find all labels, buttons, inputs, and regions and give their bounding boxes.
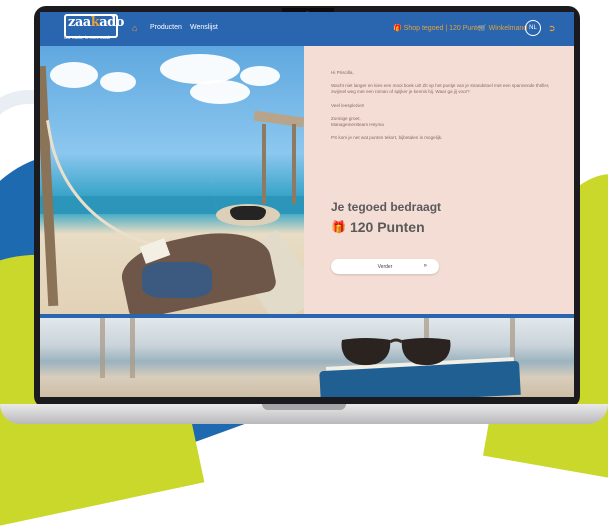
nav-link-wishlist[interactable]: Wenslijst bbox=[190, 24, 218, 31]
laptop-notch bbox=[262, 404, 346, 410]
gift-icon: 🎁 bbox=[393, 25, 402, 32]
beach-hut-pole bbox=[262, 124, 266, 204]
message-postscript: PS kom je net wat punten tekort, bijbeta… bbox=[331, 135, 443, 141]
cloud-shape bbox=[240, 66, 280, 86]
credit-amount: 🎁 120 Punten bbox=[331, 219, 425, 235]
message-paragraph: Veel leesplezier! bbox=[331, 102, 365, 108]
hat-band bbox=[230, 206, 266, 220]
background-pole bbox=[100, 318, 105, 378]
logo-tagline: Uw Kado, is onze Zaak bbox=[64, 35, 111, 40]
logo-text-part: zaa bbox=[68, 15, 91, 30]
person-shorts bbox=[142, 262, 212, 298]
background-pole bbox=[130, 318, 135, 378]
logout-icon[interactable]: ➲ bbox=[548, 23, 556, 34]
top-navbar: zaakado Uw Kado, is onze Zaak ⌂ Producte… bbox=[40, 12, 574, 46]
next-button[interactable]: Verder » bbox=[331, 259, 439, 274]
sunglasses-icon bbox=[341, 338, 451, 366]
chevron-right-icon: » bbox=[423, 263, 427, 269]
cloud-shape bbox=[100, 72, 136, 92]
message-greeting: Hi Priscilla, bbox=[331, 70, 354, 75]
message-signoff: Zonnige groet, Managementteam Heyma bbox=[331, 116, 561, 128]
logo-text-part: ado bbox=[99, 15, 124, 30]
home-icon[interactable]: ⌂ bbox=[132, 23, 137, 33]
laptop-screen: zaakado Uw Kado, is onze Zaak ⌂ Producte… bbox=[40, 12, 574, 397]
beach-hammock-photo bbox=[40, 46, 304, 314]
nav-link-products[interactable]: Producten bbox=[150, 24, 182, 31]
logo-text-k: k bbox=[90, 15, 100, 30]
credit-heading: Je tegoed bedraagt bbox=[331, 200, 442, 214]
sunglasses-book-photo bbox=[40, 318, 574, 397]
cart-icon: 🛒 bbox=[478, 25, 487, 32]
brand-logo[interactable]: zaakado Uw Kado, is onze Zaak bbox=[64, 14, 124, 44]
cloud-shape bbox=[190, 80, 250, 104]
nav-shop-credit-label: Shop tegoed | 120 Punten bbox=[403, 25, 485, 32]
credit-amount-value: 120 Punten bbox=[349, 219, 425, 235]
beach-hut-pole bbox=[292, 124, 296, 204]
language-selector[interactable]: NL bbox=[525, 20, 541, 36]
signoff-line: Zonnige groet, bbox=[331, 115, 361, 121]
nav-cart-label: Winkelmand bbox=[488, 25, 528, 32]
greeting-message: Hi Priscilla, Wacht niet langer en kies … bbox=[331, 70, 561, 148]
signoff-line: Managementteam Heyma bbox=[331, 121, 384, 127]
palm-trunk bbox=[40, 65, 59, 307]
logo-wordmark: zaakado bbox=[68, 15, 124, 30]
message-paragraph: Wacht niet langer en kies een mooi boek … bbox=[331, 83, 550, 95]
nav-shopping-cart[interactable]: 🛒 Winkelmand bbox=[478, 24, 527, 32]
next-button-label: Verder bbox=[377, 263, 393, 270]
cloud-shape bbox=[50, 62, 98, 88]
nav-shop-credit[interactable]: 🎁 Shop tegoed | 120 Punten bbox=[393, 24, 485, 32]
gift-icon: 🎁 bbox=[331, 220, 346, 234]
